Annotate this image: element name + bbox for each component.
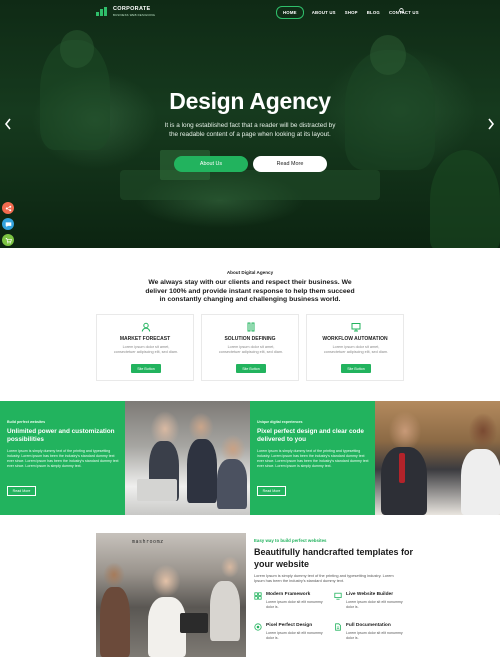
about-us-button[interactable]: About Us	[174, 156, 248, 172]
read-more-button[interactable]: Read More	[253, 156, 327, 172]
feature-text: Lorem ipsum dolor sit elit nonummy dolor…	[266, 600, 323, 610]
laptop-shape	[137, 479, 177, 501]
hero-banner: CORPORATE BUSINESS WEB DESIGNING HOME AB…	[0, 0, 500, 248]
site-button[interactable]: Site Button	[131, 364, 161, 373]
laptop-shape	[180, 613, 208, 633]
logo-name: CORPORATE	[113, 6, 151, 12]
hero-person-head	[370, 35, 406, 75]
office-sign-text: mashroomz	[132, 539, 164, 545]
hero-table-shape	[120, 170, 380, 200]
feature-title: Live Website Builder	[346, 592, 394, 597]
about-kicker: About Digital Agency	[226, 270, 274, 275]
feature-band: Unique digital experiences Pixel perfect…	[250, 401, 375, 515]
nav-item-about-us[interactable]: ABOUT US	[312, 7, 336, 18]
service-card: WORKFLOW AUTOMATION Lorem ipsum dolor si…	[306, 314, 404, 381]
logo-tagline: BUSINESS WEB DESIGNING	[113, 12, 156, 17]
band-kicker: Build perfect websites	[7, 420, 46, 424]
band-title: Pixel perfect design and clear code deli…	[257, 428, 364, 443]
person-shape	[100, 587, 130, 657]
about-title: We always stay with our clients and resp…	[145, 279, 355, 304]
site-button[interactable]: Site Button	[236, 364, 266, 373]
user-icon	[141, 322, 151, 332]
band-text: Lorem ipsum is simply dummy text of the …	[7, 449, 119, 469]
read-more-button[interactable]: Read More	[257, 486, 286, 496]
card-text: Lorem ipsum dolor sit amet, consectetuer…	[323, 345, 389, 355]
tools-icon	[247, 322, 255, 332]
target-icon	[254, 623, 262, 631]
features-title: Beautifully handcrafted templates for yo…	[254, 547, 414, 569]
person-shape	[217, 459, 247, 509]
chat-icon[interactable]	[2, 218, 14, 230]
feature-title: Pixel Perfect Design	[266, 623, 313, 628]
feature-text: Lorem ipsum dolor sit elit nonummy dolor…	[346, 631, 403, 641]
hero-person-head	[60, 30, 94, 68]
band-kicker: Unique digital experiences	[257, 420, 303, 424]
cart-icon[interactable]	[2, 234, 14, 246]
search-icon[interactable]	[399, 8, 405, 14]
chevron-right-icon[interactable]	[487, 118, 495, 130]
feature-title: Full Documentation	[346, 623, 391, 628]
card-title: MARKET FORECAST	[119, 336, 171, 342]
card-text: Lorem ipsum dolor sit amet, consectetuer…	[218, 345, 284, 355]
feature-text: Lorem ipsum dolor sit elit nonummy dolor…	[346, 600, 403, 610]
service-card: SOLUTION DEFINING Lorem ipsum dolor sit …	[201, 314, 299, 381]
service-card: MARKET FORECAST Lorem ipsum dolor sit am…	[96, 314, 194, 381]
feature-text: Lorem ipsum dolor sit elit nonummy dolor…	[266, 631, 323, 641]
top-navigation-bar: CORPORATE BUSINESS WEB DESIGNING HOME AB…	[0, 0, 500, 22]
nav-item-blog[interactable]: BLOG	[367, 7, 380, 18]
person-shape	[461, 449, 500, 515]
feature-band: Build perfect websites Unlimited power a…	[0, 401, 125, 515]
card-title: SOLUTION DEFINING	[224, 336, 276, 342]
coworkers-photo	[375, 401, 500, 515]
monitor-icon	[351, 323, 361, 332]
document-icon	[335, 623, 341, 631]
team-meeting-photo	[125, 401, 250, 515]
card-text: Lorem ipsum dolor sit amet, consectetuer…	[113, 345, 179, 355]
features-kicker: Easy way to build perfect websites	[254, 538, 327, 543]
site-logo[interactable]: CORPORATE BUSINESS WEB DESIGNING	[96, 6, 156, 17]
nav-item-shop[interactable]: SHOP	[345, 7, 358, 18]
site-button[interactable]: Site Button	[341, 364, 371, 373]
band-title: Unlimited power and customization possib…	[7, 428, 115, 443]
card-title: WORKFLOW AUTOMATION	[322, 336, 388, 342]
main-menu: HOME ABOUT US SHOP BLOG CONTACT US	[276, 6, 428, 19]
feature-title: Modern Framework	[266, 592, 311, 597]
person-shape	[187, 439, 217, 503]
hero-subtitle: It is a long established fact that a rea…	[164, 122, 336, 138]
tie-shape	[399, 453, 405, 483]
logo-bars-icon	[96, 7, 110, 17]
hero-plant-shape	[430, 150, 500, 248]
monitor-icon	[334, 592, 342, 600]
floating-side-icons	[2, 202, 15, 248]
person-shape	[210, 581, 240, 641]
office-team-photo: mashroomz	[96, 533, 246, 657]
band-text: Lorem ipsum is simply dummy text of the …	[257, 449, 369, 469]
nav-item-home[interactable]: HOME	[276, 6, 304, 19]
grid-icon	[254, 592, 262, 600]
read-more-button[interactable]: Read More	[7, 486, 36, 496]
features-text: Lorem Ipsum is simply dummy text of the …	[254, 573, 394, 584]
share-icon[interactable]	[2, 202, 14, 214]
chevron-left-icon[interactable]	[4, 118, 12, 130]
hero-title: Design Agency	[169, 88, 331, 114]
